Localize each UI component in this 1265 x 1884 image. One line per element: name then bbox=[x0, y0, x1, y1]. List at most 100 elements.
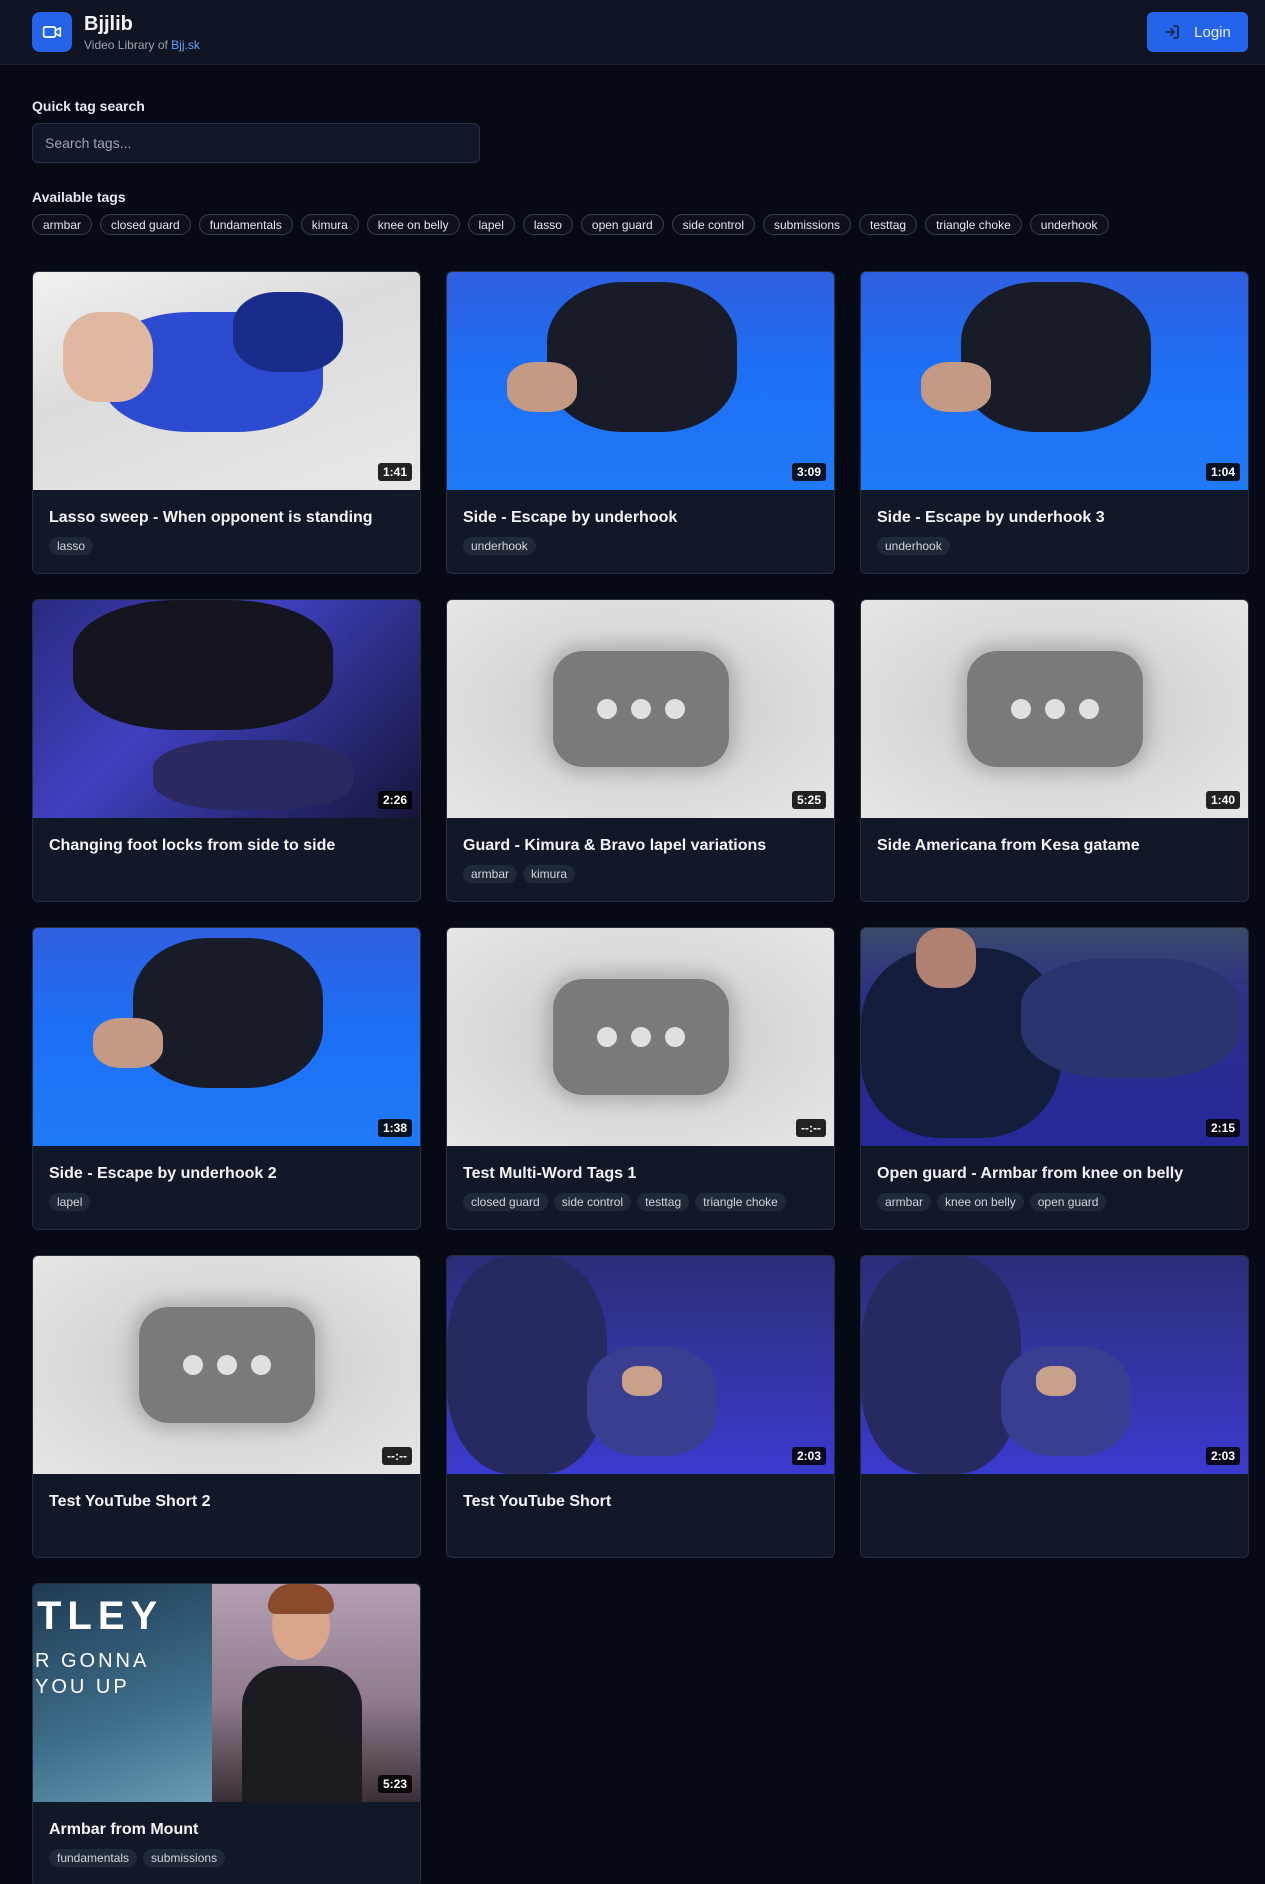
video-thumbnail[interactable]: 3:09 bbox=[447, 272, 834, 490]
video-thumbnail[interactable]: 2:03 bbox=[861, 1256, 1248, 1474]
video-tag[interactable]: fundamentals bbox=[49, 1849, 138, 1867]
video-card-body bbox=[861, 1474, 1248, 1521]
video-grid: 1:41 Lasso sweep - When opponent is stand… bbox=[32, 271, 1249, 1884]
video-tag[interactable]: underhook bbox=[877, 537, 950, 555]
video-card-body: Lasso sweep - When opponent is standing l… bbox=[33, 490, 420, 555]
thumbnail-image bbox=[33, 928, 420, 1146]
brand[interactable]: Bjjlib Video Library of Bjj.sk bbox=[32, 12, 200, 52]
thumbnail-image bbox=[447, 600, 834, 818]
video-card[interactable]: 2:03 Test YouTube Short bbox=[446, 1255, 835, 1558]
thumbnail-image bbox=[447, 928, 834, 1146]
video-title[interactable]: Changing foot locks from side to side bbox=[49, 836, 404, 856]
thumbnail-text: R GONNA bbox=[35, 1650, 150, 1672]
video-tag[interactable]: armbar bbox=[463, 865, 518, 883]
video-title[interactable]: Side Americana from Kesa gatame bbox=[877, 836, 1232, 856]
duration-badge: --:-- bbox=[382, 1447, 412, 1465]
tag-chip[interactable]: closed guard bbox=[100, 214, 191, 235]
video-thumbnail[interactable]: TLEY R GONNA YOU UP 5:23 bbox=[33, 1584, 420, 1802]
duration-badge: 2:15 bbox=[1205, 1119, 1240, 1137]
thumbnail-image bbox=[447, 272, 834, 490]
available-tags-label: Available tags bbox=[32, 189, 126, 205]
tag-chip[interactable]: kimura bbox=[300, 214, 359, 235]
video-card-body: Side - Escape by underhook 2 lapel bbox=[33, 1146, 420, 1211]
thumbnail-image bbox=[33, 272, 420, 490]
video-tag[interactable]: open guard bbox=[1029, 1193, 1107, 1211]
login-button[interactable]: Login bbox=[1147, 12, 1248, 52]
video-card[interactable]: 5:25 Guard - Kimura & Bravo lapel variati… bbox=[446, 599, 835, 902]
thumbnail-image bbox=[861, 1256, 1248, 1474]
duration-badge: 3:09 bbox=[791, 463, 826, 481]
duration-badge: 5:23 bbox=[377, 1775, 412, 1793]
video-card-body: Side Americana from Kesa gatame bbox=[861, 818, 1248, 865]
video-title[interactable]: Side - Escape by underhook bbox=[463, 508, 818, 528]
video-tag[interactable]: testtag bbox=[637, 1193, 690, 1211]
video-tag[interactable]: kimura bbox=[523, 865, 576, 883]
video-thumbnail[interactable]: 2:03 bbox=[447, 1256, 834, 1474]
video-tag[interactable]: lapel bbox=[49, 1193, 91, 1211]
login-label: Login bbox=[1194, 23, 1231, 41]
video-title[interactable]: Armbar from Mount bbox=[49, 1820, 404, 1840]
video-tag[interactable]: knee on belly bbox=[937, 1193, 1024, 1211]
tag-chip[interactable]: triangle choke bbox=[925, 214, 1022, 235]
video-thumbnail[interactable]: --:-- bbox=[447, 928, 834, 1146]
tag-chip[interactable]: side control bbox=[671, 214, 755, 235]
video-card[interactable]: --:-- Test YouTube Short 2 bbox=[32, 1255, 421, 1558]
video-card[interactable]: 1:04 Side - Escape by underhook 3 underhoo… bbox=[860, 271, 1249, 574]
duration-badge: 1:40 bbox=[1205, 791, 1240, 809]
video-tags: underhook bbox=[463, 537, 818, 555]
tag-chip[interactable]: armbar bbox=[32, 214, 93, 235]
bjj-sk-link[interactable]: Bjj.sk bbox=[171, 38, 200, 52]
tag-chip[interactable]: fundamentals bbox=[198, 214, 293, 235]
main-content: Quick tag search Available tags armbar cl… bbox=[0, 98, 1265, 1884]
video-tag[interactable]: closed guard bbox=[463, 1193, 548, 1211]
tag-chip[interactable]: lasso bbox=[522, 214, 573, 235]
video-title[interactable]: Lasso sweep - When opponent is standing bbox=[49, 508, 404, 528]
app-header: Bjjlib Video Library of Bjj.sk Login bbox=[0, 0, 1265, 65]
tag-chip[interactable]: testtag bbox=[859, 214, 918, 235]
video-title[interactable]: Side - Escape by underhook 3 bbox=[877, 508, 1232, 528]
tag-chip[interactable]: lapel bbox=[467, 214, 515, 235]
duration-badge: --:-- bbox=[796, 1119, 826, 1137]
video-card[interactable]: 2:26 Changing foot locks from side to sid… bbox=[32, 599, 421, 902]
thumbnail-image bbox=[861, 272, 1248, 490]
video-card[interactable]: 1:41 Lasso sweep - When opponent is stand… bbox=[32, 271, 421, 574]
video-title[interactable] bbox=[877, 1492, 1232, 1512]
video-thumbnail[interactable]: 2:26 bbox=[33, 600, 420, 818]
duration-badge: 1:38 bbox=[377, 1119, 412, 1137]
video-tag[interactable]: triangle choke bbox=[695, 1193, 786, 1211]
video-title[interactable]: Guard - Kimura & Bravo lapel variations bbox=[463, 836, 818, 856]
video-title[interactable]: Test YouTube Short 2 bbox=[49, 1492, 404, 1512]
video-title[interactable]: Test Multi-Word Tags 1 bbox=[463, 1164, 818, 1184]
tag-chip[interactable]: submissions bbox=[763, 214, 852, 235]
video-thumbnail[interactable]: 5:25 bbox=[447, 600, 834, 818]
video-card[interactable]: 2:15 Open guard - Armbar from knee on bel… bbox=[860, 927, 1249, 1230]
tag-search-input[interactable] bbox=[32, 123, 480, 163]
tag-chip[interactable]: open guard bbox=[580, 214, 664, 235]
video-title[interactable]: Open guard - Armbar from knee on belly bbox=[877, 1164, 1232, 1184]
video-card-body: Side - Escape by underhook underhook bbox=[447, 490, 834, 555]
video-tag[interactable]: submissions bbox=[143, 1849, 226, 1867]
video-thumbnail[interactable]: 2:15 bbox=[861, 928, 1248, 1146]
video-card[interactable]: TLEY R GONNA YOU UP 5:23 Armbar from Mount fu… bbox=[32, 1583, 421, 1884]
video-thumbnail[interactable]: 1:41 bbox=[33, 272, 420, 490]
video-title[interactable]: Side - Escape by underhook 2 bbox=[49, 1164, 404, 1184]
video-title[interactable]: Test YouTube Short bbox=[463, 1492, 818, 1512]
video-thumbnail[interactable]: --:-- bbox=[33, 1256, 420, 1474]
video-tag[interactable]: lasso bbox=[49, 537, 94, 555]
video-tag[interactable]: side control bbox=[553, 1193, 632, 1211]
video-tag[interactable]: armbar bbox=[877, 1193, 932, 1211]
video-card[interactable]: 1:38 Side - Escape by underhook 2 lapel bbox=[32, 927, 421, 1230]
tag-chip[interactable]: knee on belly bbox=[366, 214, 460, 235]
video-thumbnail[interactable]: 1:04 bbox=[861, 272, 1248, 490]
video-card[interactable]: 1:40 Side Americana from Kesa gatame bbox=[860, 599, 1249, 902]
video-thumbnail[interactable]: 1:38 bbox=[33, 928, 420, 1146]
video-card[interactable]: 3:09 Side - Escape by underhook underhook bbox=[446, 271, 835, 574]
tag-chip[interactable]: underhook bbox=[1029, 214, 1109, 235]
video-tags: armbar kimura bbox=[463, 865, 818, 883]
thumbnail-image bbox=[33, 600, 420, 818]
video-card-body: Guard - Kimura & Bravo lapel variations a… bbox=[447, 818, 834, 883]
video-tag[interactable]: underhook bbox=[463, 537, 536, 555]
video-card[interactable]: 2:03 bbox=[860, 1255, 1249, 1558]
video-thumbnail[interactable]: 1:40 bbox=[861, 600, 1248, 818]
video-card[interactable]: --:-- Test Multi-Word Tags 1 closed guard s… bbox=[446, 927, 835, 1230]
